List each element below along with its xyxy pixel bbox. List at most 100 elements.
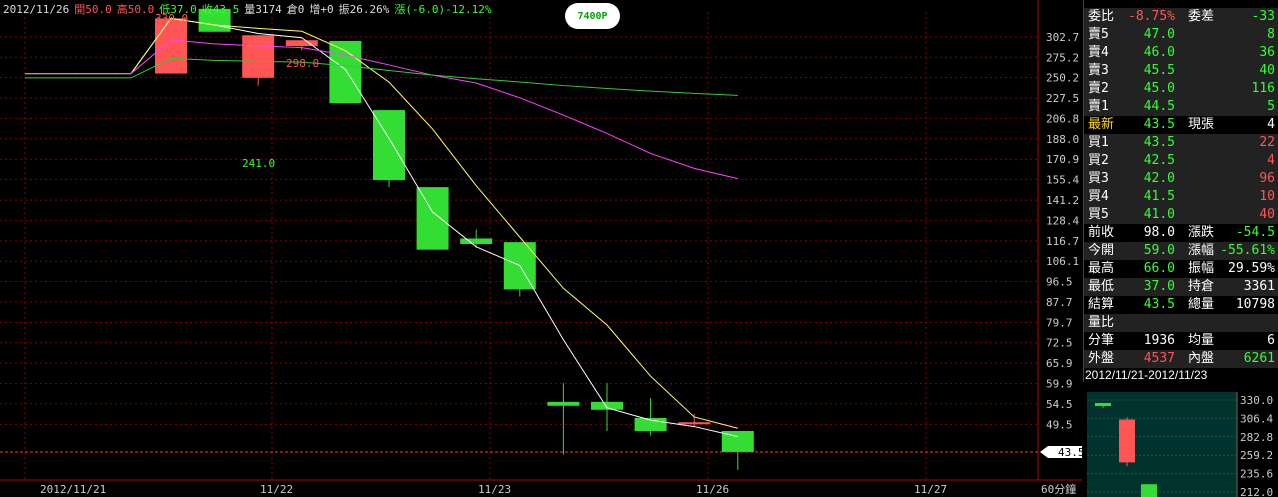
quote-value: 5 [1267,99,1275,114]
quote-label: 最新 [1088,117,1115,132]
quote-value: 43.5 [1143,117,1175,132]
quote-row: 外盤 4537 內盤 6261 [1084,350,1278,368]
quote-label: 結算 [1088,297,1115,312]
quote-value: 10798 [1235,297,1275,312]
price-tick-label: 170.9 [1046,153,1079,166]
quote-label: 委差 [1188,9,1215,24]
price-tick-label: 96.5 [1046,276,1073,289]
date-tick-label: 11/23 [478,483,511,496]
quote-label: 委比 [1088,9,1115,24]
quote-value: 10 [1259,189,1275,204]
mini-axis-label: 212.0 [1240,486,1273,497]
quote-value: 22 [1259,135,1275,150]
quote-value: 6 [1267,333,1275,348]
quote-value: 41.0 [1143,207,1175,222]
candle-body [242,35,275,78]
candle-body [155,18,187,74]
quote-row: 買1 43.5 22 [1084,134,1278,152]
amp-label: 振26.26% [338,3,390,16]
quote-row: 賣1 44.5 5 [1084,98,1278,116]
low-label: 低37.0 [159,3,197,16]
quote-value: 37.0 [1143,279,1175,294]
quote-row: 前收 98.0 漲跌 -54.5 [1084,224,1278,242]
quote-label: 賣5 [1088,27,1109,42]
price-tick-label: 250.2 [1046,72,1079,85]
quote-value: 42.0 [1143,171,1175,186]
quote-row: 買5 41.0 40 [1084,206,1278,224]
quote-value: 8 [1267,27,1275,42]
quote-row: 最高 66.0 振幅 29.59% [1084,260,1278,278]
quote-label: 賣4 [1088,45,1109,60]
mini-candle-body [1141,484,1157,497]
low-annotation: 241.0 [242,157,275,170]
quote-label: 量比 [1088,315,1115,330]
quote-value: 43.5 [1143,297,1175,312]
price-tick-label: 302.7 [1046,31,1079,44]
mini-axis-label: 330.0 [1240,394,1273,407]
quote-row: 分筆 1936 均量 6 [1084,332,1278,350]
quote-value: 44.5 [1143,99,1175,114]
quote-value: 47.0 [1143,27,1175,42]
quote-value: 43.5 [1143,135,1175,150]
candle-body [547,401,580,406]
quote-value: 96 [1259,171,1275,186]
incr-label: 增+0 [309,3,334,16]
open-label: 開50.0 [74,3,112,16]
quote-value: 40 [1259,207,1275,222]
price-tick-label: 106.1 [1046,255,1079,268]
date-tick-label: 11/26 [696,483,729,496]
quote-value: 6261 [1243,351,1275,366]
price-tick-label: 206.8 [1046,112,1079,125]
quote-row: 賣5 47.0 8 [1084,26,1278,44]
quote-value: 46.0 [1143,45,1175,60]
quote-row: 賣2 45.0 116 [1084,80,1278,98]
quote-value: 45.0 [1143,81,1175,96]
quote-panel: 委比 -8.75% 委差 -33 賣5 47.0 8 賣4 46.0 36 賣3 45.5 40 賣2 45… [1083,0,1278,393]
candle-body [591,401,623,410]
chg-label: 漲(-6.0)-12.12% [394,3,492,16]
mini-chart[interactable]: 330.0 306.4 282.8 259.2 235.6 212.0 [1083,382,1278,497]
quote-value: -33 [1251,9,1275,24]
quote-label: 分筆 [1088,333,1115,348]
quote-value: 59.0 [1143,243,1175,258]
quote-row: 量比 [1084,314,1278,332]
quote-label: 現張 [1188,117,1215,132]
strike-badge[interactable]: 7400P [565,3,620,29]
quote-row: 買2 42.5 4 [1084,152,1278,170]
high-label: 高50.0 [116,3,155,16]
candle-body [285,40,318,47]
candle-body [416,187,449,250]
price-tick-label: 59.9 [1046,378,1073,391]
price-tick-label: 188.0 [1046,133,1079,146]
quote-value: 4537 [1143,351,1175,366]
mini-axis-label: 306.4 [1240,412,1273,425]
quote-row: 買4 41.5 10 [1084,188,1278,206]
price-tick-label: 54.5 [1046,398,1073,411]
price-tick-label: 155.4 [1046,174,1079,187]
price-chart[interactable]: 302.7 275.2 250.2 227.5 206.8 188.0 170.9 155.4… [0,0,1082,497]
quote-label: 總量 [1188,297,1215,312]
quote-value: 4 [1267,153,1275,168]
price-tick-label: 227.5 [1046,92,1079,105]
period-label: 60分鐘 [1041,482,1076,496]
candle-body [678,422,711,425]
quote-value: 40 [1259,63,1275,78]
quote-row: 最新 43.5 現張 4 [1084,116,1278,134]
date-tick-label: 2012/11/21 [40,483,106,496]
date-label: 2012/11/26 [3,3,70,16]
quote-row: 委比 -8.75% 委差 -33 [1084,8,1278,26]
quote-label: 持倉 [1188,279,1215,294]
price-tick-label: 79.7 [1046,316,1073,329]
quote-value: 29.59% [1228,261,1275,276]
quote-row: 買3 42.0 96 [1084,170,1278,188]
mini-axis-label: 235.6 [1240,468,1273,481]
quote-label: 賣1 [1088,99,1109,114]
quote-value: 42.5 [1143,153,1175,168]
quote-value: 66.0 [1143,261,1175,276]
quote-summary-bar: 2012/11/26 開50.0 高50.0 低37.0 收43.5 量3174 倉0 增+0… [3,1,496,17]
quote-value: -55.61% [1220,243,1275,258]
quote-label: 賣2 [1088,81,1109,96]
current-price-value: 43.5 [1058,446,1082,459]
candle-body [460,238,493,244]
date-tick-label: 11/27 [914,483,947,496]
